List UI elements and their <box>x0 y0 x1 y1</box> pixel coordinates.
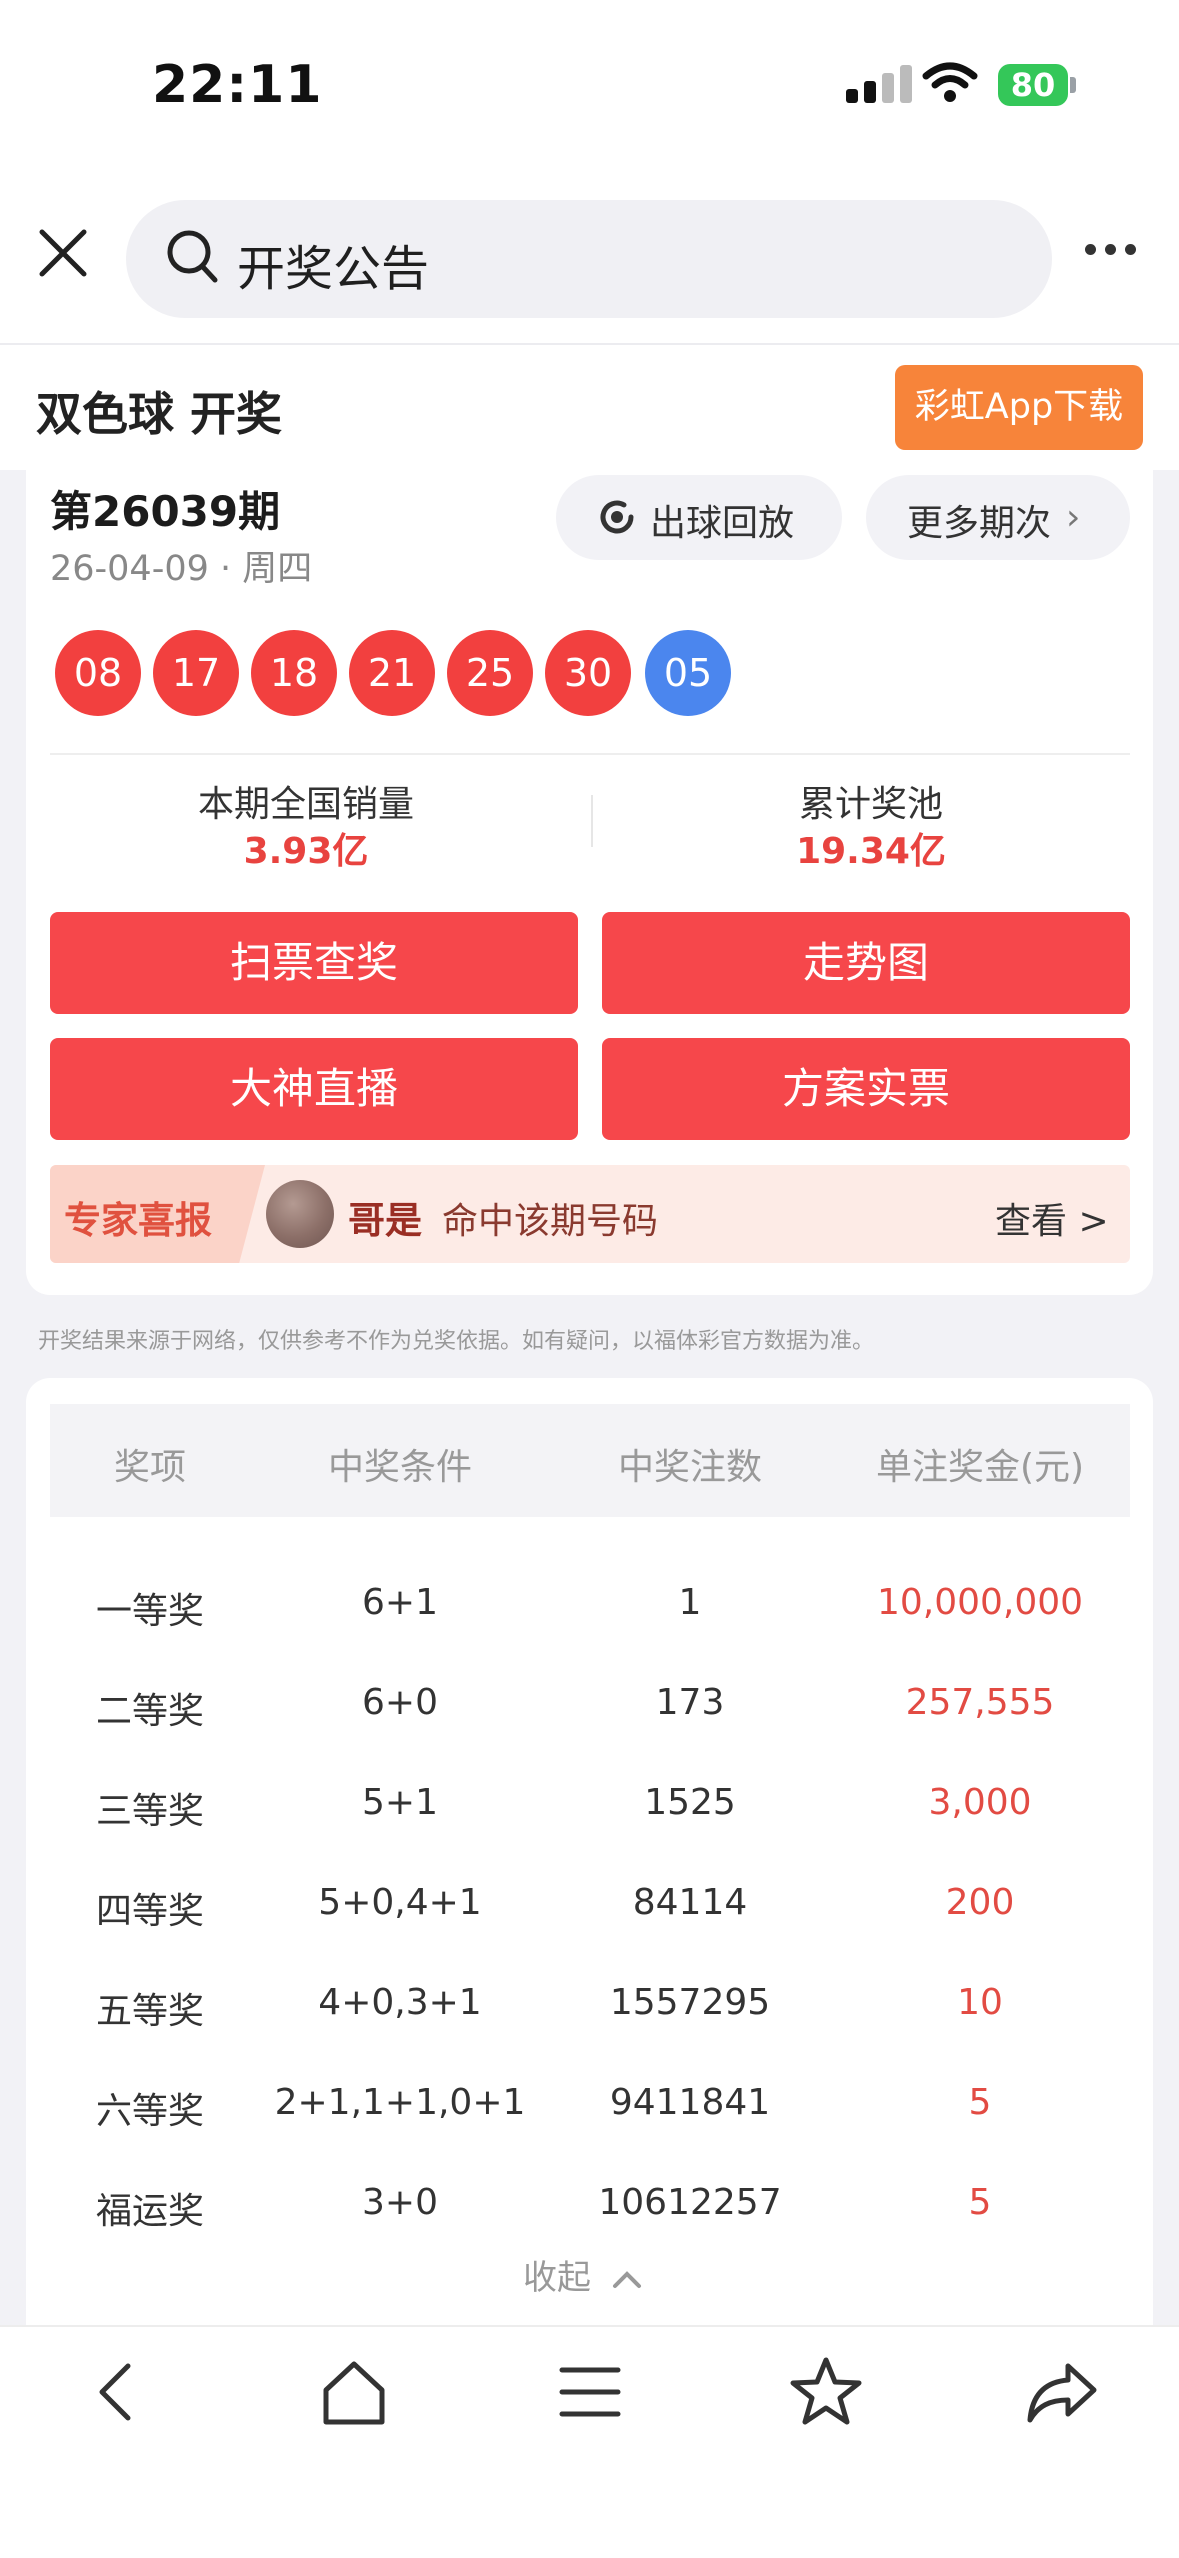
table-row: 福运奖 3+0 10612257 5 <box>50 2152 1130 2252</box>
replay-icon <box>600 500 634 534</box>
prize-condition: 6+0 <box>362 1682 438 1723</box>
collapse-label: 收起 <box>523 2258 591 2298</box>
download-app-button[interactable]: 彩虹App下载 <box>895 365 1143 450</box>
prize-name: 四等奖 <box>95 1891 204 1932</box>
battery-tip <box>1070 77 1076 93</box>
live-stream-button[interactable]: 大神直播 <box>50 1038 578 1140</box>
red-ball: 08 <box>55 630 141 716</box>
expert-message: 命中该期号码 <box>442 1201 659 1242</box>
column-header: 中奖注数 <box>617 1447 762 1488</box>
replay-label: 出球回放 <box>650 503 795 544</box>
red-ball: 17 <box>153 630 239 716</box>
table-row: 六等奖 2+1,1+1,0+1 9411841 5 <box>50 2052 1130 2152</box>
table-row: 一等奖 6+1 1 10,000,000 <box>50 1552 1130 1652</box>
winner-count: 1525 <box>644 1782 736 1823</box>
prize-condition: 4+0,3+1 <box>318 1982 482 2023</box>
prize-condition: 3+0 <box>362 2182 438 2223</box>
column-header: 奖项 <box>113 1447 186 1488</box>
avatar <box>266 1180 334 1248</box>
vertical-divider <box>591 795 593 847</box>
prize-condition: 5+1 <box>362 1782 438 1823</box>
collapse-button[interactable]: 收起 <box>523 2250 644 2299</box>
prize-amount: 5 <box>968 2082 992 2123</box>
red-ball: 25 <box>447 630 533 716</box>
plan-ticket-button[interactable]: 方案实票 <box>602 1038 1130 1140</box>
chevron-right-icon: › <box>1066 497 1081 538</box>
prize-name: 二等奖 <box>95 1691 204 1732</box>
column-header: 中奖条件 <box>327 1447 472 1488</box>
more-issues-label: 更多期次 <box>907 503 1052 544</box>
menu-icon[interactable] <box>550 2352 630 2432</box>
expert-tag: 专家喜报 <box>64 1199 212 1242</box>
battery-indicator: 80 <box>998 64 1068 106</box>
wifi-icon <box>922 62 978 102</box>
prize-name: 一等奖 <box>95 1591 204 1632</box>
disclaimer-text: 开奖结果来源于网络，仅供参考不作为兑奖依据。如有疑问，以福体彩官方数据为准。 <box>38 1329 875 1354</box>
status-time: 22:11 <box>152 55 323 115</box>
expert-view-link[interactable]: 查看 > <box>995 1192 1109 1244</box>
sales-label: 本期全国销量 <box>197 784 414 825</box>
home-icon[interactable] <box>314 2352 394 2432</box>
column-header: 单注奖金(元) <box>875 1447 1085 1488</box>
prize-condition: 6+1 <box>362 1582 438 1623</box>
divider <box>50 753 1130 755</box>
prize-condition: 2+1,1+1,0+1 <box>274 2082 526 2123</box>
prize-amount: 10 <box>957 1982 1003 2023</box>
winner-count: 84114 <box>632 1882 748 1923</box>
chevron-up-icon <box>612 2270 641 2288</box>
table-row: 五等奖 4+0,3+1 1557295 10 <box>50 1952 1130 2052</box>
share-icon[interactable] <box>1022 2352 1102 2432</box>
prize-condition: 5+0,4+1 <box>318 1882 482 1923</box>
table-row: 二等奖 6+0 173 257,555 <box>50 1652 1130 1752</box>
red-ball: 18 <box>251 630 337 716</box>
trend-chart-button[interactable]: 走势图 <box>602 912 1130 1014</box>
sales-value: 3.93亿 <box>243 831 369 872</box>
cellular-signal-icon <box>846 65 918 103</box>
prize-name: 三等奖 <box>95 1791 204 1832</box>
prize-name: 六等奖 <box>95 2091 204 2132</box>
back-icon[interactable] <box>78 2352 158 2432</box>
pool-value: 19.34亿 <box>796 831 946 872</box>
more-options-icon[interactable] <box>1085 240 1155 270</box>
issue-date: 26-04-09 · 周四 <box>50 549 313 589</box>
close-icon[interactable] <box>32 222 94 284</box>
prize-amount: 10,000,000 <box>876 1582 1084 1623</box>
winner-count: 1557295 <box>609 1982 771 2023</box>
red-ball: 30 <box>545 630 631 716</box>
red-ball: 21 <box>349 630 435 716</box>
prize-amount: 5 <box>968 2182 992 2223</box>
search-query: 开奖公告 <box>237 241 430 297</box>
table-row: 四等奖 5+0,4+1 84114 200 <box>50 1852 1130 1952</box>
blue-ball: 05 <box>645 630 731 716</box>
issue-number: 第26039期 <box>50 487 281 536</box>
prize-name: 五等奖 <box>95 1991 204 2032</box>
prize-name: 福运奖 <box>95 2191 204 2232</box>
winner-count: 9411841 <box>609 2082 771 2123</box>
pool-label: 累计奖池 <box>798 784 943 825</box>
page-title: 双色球 开奖 <box>36 387 283 441</box>
prize-amount: 257,555 <box>905 1682 1055 1723</box>
expert-name: 哥是 <box>348 1199 422 1242</box>
prize-amount: 200 <box>945 1882 1015 1923</box>
table-row: 三等奖 5+1 1525 3,000 <box>50 1752 1130 1852</box>
star-icon[interactable] <box>786 2352 866 2432</box>
search-icon <box>167 230 218 283</box>
scan-ticket-button[interactable]: 扫票查奖 <box>50 912 578 1014</box>
winner-count: 1 <box>678 1582 702 1623</box>
winner-count: 10612257 <box>598 2182 782 2223</box>
prize-amount: 3,000 <box>928 1782 1032 1823</box>
winner-count: 173 <box>655 1682 725 1723</box>
